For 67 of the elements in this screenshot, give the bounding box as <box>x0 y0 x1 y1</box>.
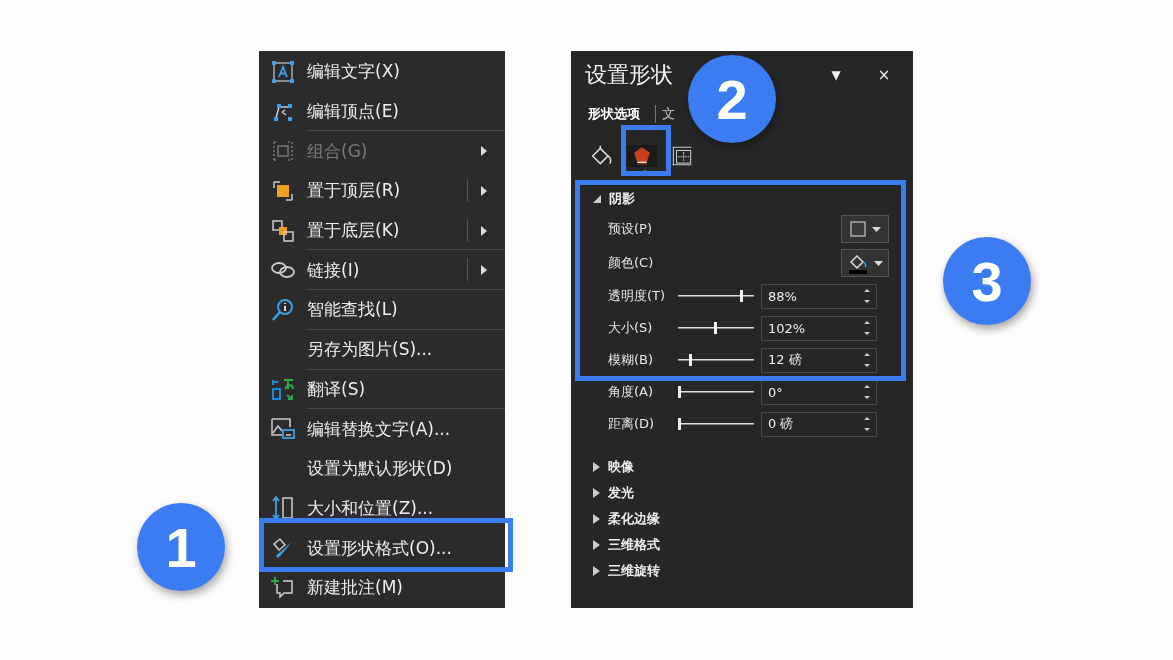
menu-item[interactable]: 设置形状格式(O)... <box>259 528 505 568</box>
submenu-arrow-icon <box>481 265 487 276</box>
field-label: 透明度(T) <box>608 287 667 305</box>
send-to-back-icon <box>271 218 295 243</box>
pentagon-icon <box>631 145 653 167</box>
menu-item[interactable]: 编辑文字(X) <box>259 52 505 92</box>
layout-icon <box>671 145 693 167</box>
collapsed-triangle-icon <box>593 462 600 472</box>
field-label: 距离(D) <box>608 415 656 433</box>
picture-text-icon <box>270 417 296 442</box>
bring-to-front-icon <box>271 178 295 203</box>
spin-field[interactable]: 12 磅 <box>761 347 877 373</box>
text-box-icon <box>271 59 295 84</box>
spin-arrows-icon <box>864 288 870 304</box>
spin-field[interactable]: 88% <box>761 283 877 309</box>
preset-dropdown[interactable] <box>841 215 889 243</box>
spin-arrows-icon <box>864 416 870 432</box>
new-comment-icon <box>271 575 295 600</box>
expanded-triangle-icon <box>593 195 601 203</box>
field-label: 颜色(C) <box>608 254 655 272</box>
spin-arrows-icon <box>864 320 870 336</box>
spin-field[interactable]: 0° <box>761 379 877 405</box>
panel-title: 设置形状 <box>585 61 674 89</box>
collapsed-triangle-icon <box>593 514 600 524</box>
submenu-arrow-icon <box>481 186 487 197</box>
paint-bucket-icon <box>847 252 868 274</box>
tab[interactable]: 文 <box>662 105 675 123</box>
collapsed-triangle-icon <box>593 488 600 498</box>
menu-item[interactable]: 大小和位置(Z)... <box>259 488 505 529</box>
effects-tab[interactable] <box>627 145 657 167</box>
highlight-frame <box>621 125 671 176</box>
spin-arrows-icon <box>864 384 870 400</box>
field-label: 角度(A) <box>608 383 655 401</box>
section-header[interactable]: 阴影 <box>593 186 635 212</box>
menu-item[interactable]: 置于顶层(R) <box>259 171 505 211</box>
caret-icon <box>873 260 883 266</box>
menu-item[interactable]: 新建批注(M) <box>259 567 505 608</box>
caret-icon <box>871 226 881 232</box>
translate-icon <box>270 377 296 402</box>
section-header[interactable]: 柔化边缘 <box>593 506 660 532</box>
color-dropdown[interactable] <box>841 249 889 277</box>
panel-menu-button[interactable]: ▼ <box>821 68 851 82</box>
field-label: 预设(P) <box>608 220 653 238</box>
group-icon <box>271 139 295 164</box>
section-header[interactable]: 三维格式 <box>593 532 660 558</box>
paint-bucket-icon <box>590 145 614 167</box>
brush-icon <box>271 536 295 561</box>
submenu-arrow-icon <box>481 225 487 236</box>
collapsed-triangle-icon <box>593 540 600 550</box>
menu-item[interactable]: 编辑替换文字(A)... <box>259 409 505 449</box>
magnifier-icon <box>271 297 295 322</box>
tab[interactable]: 形状选项 <box>588 105 640 123</box>
section-header[interactable]: 映像 <box>593 454 634 480</box>
step-number: 3 <box>943 237 1031 325</box>
spin-arrows-icon <box>864 352 870 368</box>
field-label: 大小(S) <box>608 319 654 337</box>
square-icon <box>849 221 866 237</box>
step-number: 1 <box>137 503 225 591</box>
collapsed-triangle-icon <box>593 566 600 576</box>
menu-item[interactable]: 设置为默认形状(D) <box>259 448 505 489</box>
submenu-arrow-icon <box>481 146 487 157</box>
close-button[interactable]: × <box>869 66 899 84</box>
spin-field[interactable]: 0 磅 <box>761 411 877 437</box>
spin-field[interactable]: 102% <box>761 315 877 341</box>
field-label: 模糊(B) <box>608 351 655 369</box>
section-header[interactable]: 发光 <box>593 480 634 506</box>
section-header[interactable]: 三维旋转 <box>593 558 660 584</box>
